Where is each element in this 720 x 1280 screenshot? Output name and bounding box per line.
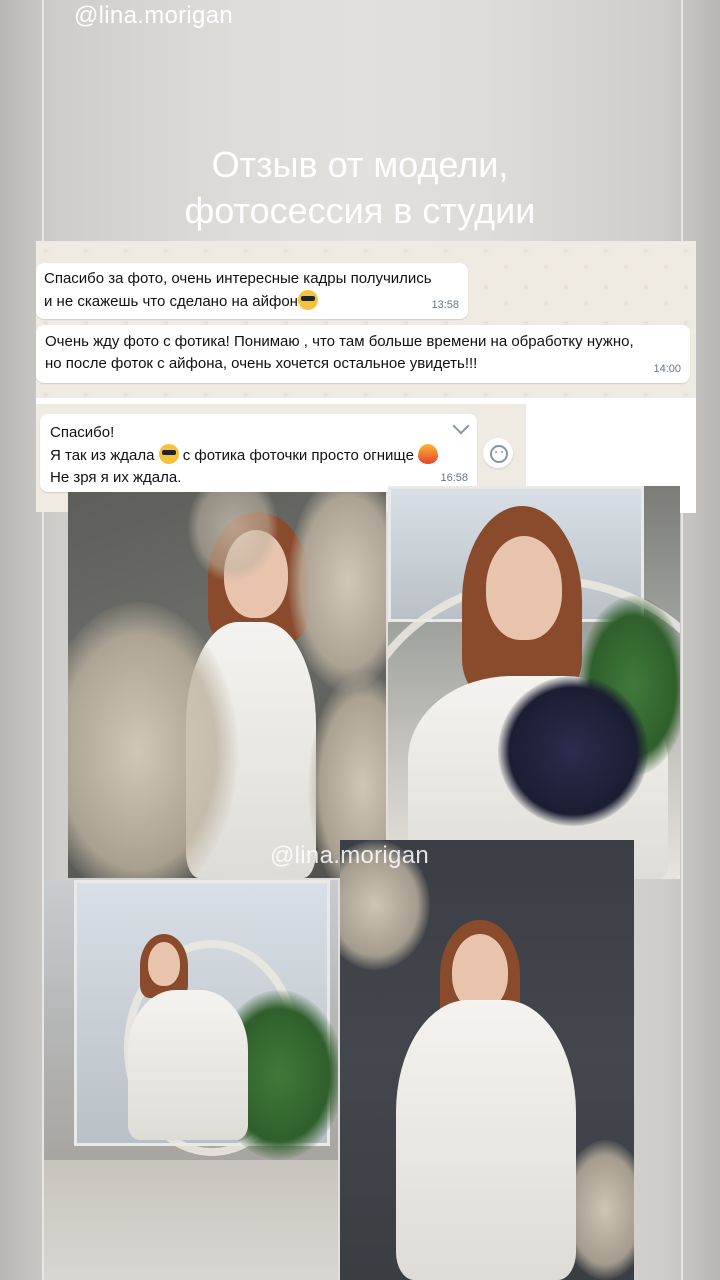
photo-element — [396, 1000, 576, 1280]
sunglasses-emoji-icon — [297, 290, 318, 310]
instagram-handle[interactable]: @lina.morigan — [74, 2, 233, 30]
chat-screenshot: Спасибо за фото, очень интересные кадры … — [36, 241, 696, 401]
message-text: но после фоток с айфона, очень хочется о… — [45, 355, 478, 372]
message-text-fragment: с фотика фоточки просто огнище — [182, 447, 414, 464]
photo-element — [486, 536, 562, 640]
message-text: Спасибо! — [50, 424, 115, 441]
story-title: Отзыв от модели, фотосессия в студии — [0, 142, 720, 234]
fire-emoji-icon — [418, 444, 439, 464]
story-title-line-2: фотосессия в студии — [184, 190, 536, 231]
chat-message-1: Спасибо за фото, очень интересные кадры … — [36, 263, 468, 319]
smiley-icon — [490, 445, 508, 463]
chat-message-3: Спасибо! Я так из ждала с фотика фоточки… — [40, 414, 477, 492]
photo-swing-full — [44, 880, 338, 1280]
photo-wall-full — [340, 840, 634, 1280]
chat-message-2: Очень жду фото с фотика! Понимаю , что т… — [36, 325, 690, 383]
message-time: 13:58 — [431, 299, 459, 311]
photo-studio-portrait — [68, 492, 386, 878]
story-title-line-1: Отзыв от модели, — [211, 144, 509, 185]
photo-element — [148, 942, 180, 986]
photo-swing-portrait — [388, 486, 680, 879]
message-text: и не скажешь что сделано на айфон — [44, 290, 460, 313]
message-text-fragment: Я так из ждала — [50, 447, 155, 464]
photo-element — [128, 990, 248, 1140]
message-text-fragment: и не скажешь что сделано на айфон — [44, 293, 298, 310]
message-text: Спасибо за фото, очень интересные кадры … — [44, 270, 432, 287]
photo-element — [44, 1160, 338, 1280]
photo-element — [498, 676, 648, 826]
message-text: Очень жду фото с фотика! Понимаю , что т… — [45, 333, 634, 350]
message-text: Я так из ждала с фотика фоточки просто о… — [50, 444, 467, 467]
photo-element — [452, 934, 508, 1010]
sunglasses-emoji-icon — [158, 444, 179, 464]
message-time: 14:00 — [653, 363, 681, 375]
react-emoji-button[interactable] — [483, 438, 513, 468]
watermark-handle: @lina.morigan — [270, 842, 429, 869]
